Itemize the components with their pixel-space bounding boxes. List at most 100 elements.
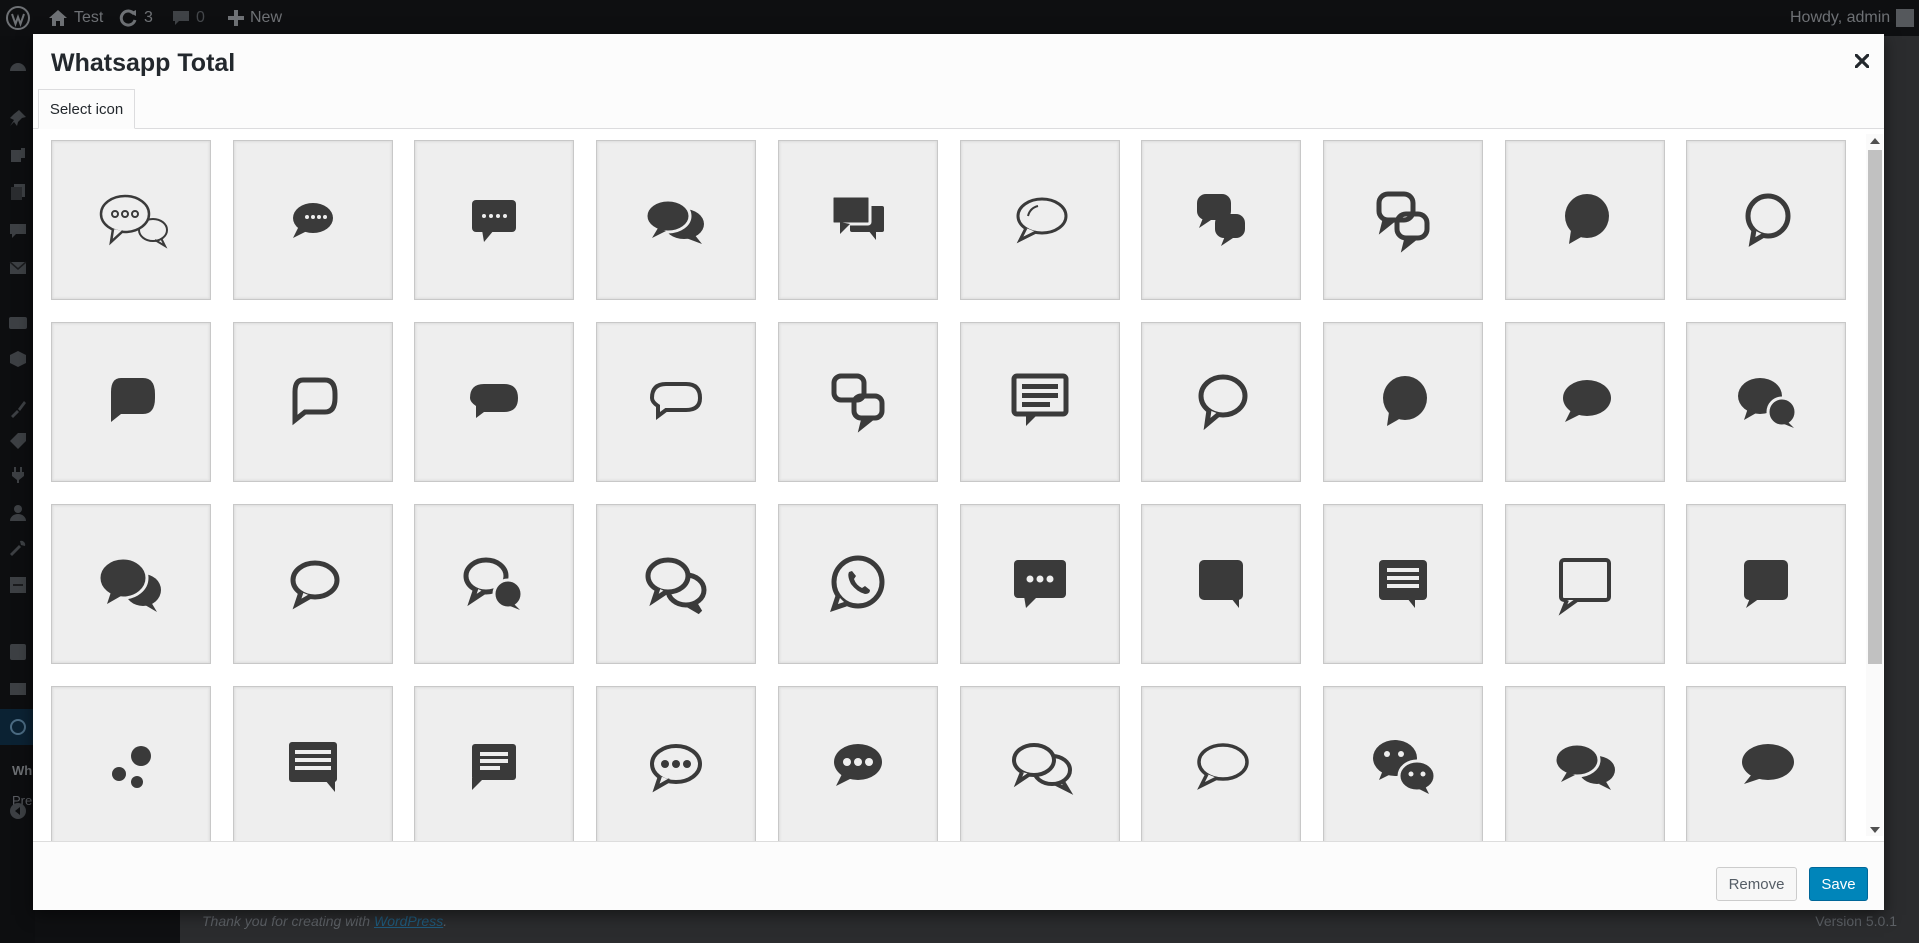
footer-thanks: Thank you for creating with WordPress.	[202, 913, 448, 929]
whatsapp-menu-icon[interactable]	[9, 718, 27, 736]
icon-option[interactable]	[1504, 322, 1665, 482]
double-square-bubble-icon	[830, 194, 884, 240]
icon-option[interactable]	[777, 140, 938, 300]
pages-icon[interactable]	[9, 183, 27, 201]
plugins-icon[interactable]	[9, 466, 27, 484]
icon-option[interactable]	[51, 504, 211, 664]
woocommerce-icon[interactable]	[9, 315, 27, 333]
products-icon[interactable]	[9, 350, 27, 368]
settings-icon[interactable]	[9, 576, 27, 594]
icon-option[interactable]	[1141, 322, 1302, 482]
icon-option[interactable]	[777, 504, 938, 664]
round-bubble-outline-icon	[1745, 193, 1791, 247]
wordpress-logo-icon[interactable]	[6, 0, 30, 36]
elementor-icon[interactable]	[9, 643, 27, 661]
icon-picker-modal: Whatsapp Total Select icon Remove Save	[33, 34, 1884, 910]
material-text-bubble-small-icon	[472, 744, 517, 790]
icon-option[interactable]	[1322, 140, 1483, 300]
icon-option[interactable]	[959, 686, 1120, 841]
double-oval-solid-icon	[1553, 742, 1615, 790]
icon-option[interactable]	[959, 322, 1120, 482]
icon-option[interactable]	[777, 686, 938, 841]
icon-option[interactable]	[1686, 686, 1847, 841]
scrollbar-thumb[interactable]	[1868, 150, 1882, 664]
wide-bubble-solid-icon	[470, 384, 519, 418]
scattered-dots-icon	[112, 746, 151, 788]
icon-option[interactable]	[1141, 504, 1302, 664]
tools-icon[interactable]	[9, 539, 27, 557]
icon-option[interactable]	[1141, 686, 1302, 841]
dots-square-bubble-icon	[472, 200, 517, 242]
comments-count: 0	[196, 9, 205, 26]
icon-option[interactable]	[414, 504, 575, 664]
remove-button[interactable]: Remove	[1716, 867, 1797, 901]
oval-bubble-solid-left-icon	[1742, 744, 1795, 784]
icon-option[interactable]	[232, 140, 393, 300]
updates-link[interactable]: 3	[118, 0, 153, 36]
icon-option[interactable]	[1686, 504, 1847, 664]
icon-option[interactable]	[1504, 686, 1665, 841]
site-name-link[interactable]: Test	[48, 0, 103, 36]
save-button[interactable]: Save	[1809, 867, 1868, 901]
icon-option[interactable]	[51, 322, 211, 482]
new-content-link[interactable]: New	[228, 0, 282, 36]
double-bubble-outline-icon	[645, 557, 707, 615]
dashboard-icon[interactable]	[9, 57, 27, 75]
templates-icon[interactable]	[9, 680, 27, 698]
icon-option[interactable]	[1504, 140, 1665, 300]
close-button[interactable]	[1851, 50, 1873, 72]
oval-bubble-thin-outline-icon	[1197, 743, 1249, 790]
icon-option[interactable]	[777, 322, 938, 482]
icon-option[interactable]	[1141, 140, 1302, 300]
comments-link[interactable]: 0	[172, 0, 205, 36]
icon-option[interactable]	[596, 140, 757, 300]
icon-option[interactable]	[959, 504, 1120, 664]
icon-option[interactable]	[1686, 322, 1847, 482]
appearance-icon[interactable]	[9, 400, 27, 418]
icon-option[interactable]	[51, 686, 211, 841]
linked-squares-outline-icon	[831, 373, 885, 433]
admin-bar: Test 3 0 New Howdy, admin	[0, 0, 1919, 36]
icon-option[interactable]	[232, 504, 393, 664]
icon-option[interactable]	[414, 140, 575, 300]
three-dot-double-bubble-outline-icon	[99, 194, 168, 249]
sidebar-submenu-title[interactable]: Wh	[12, 763, 32, 778]
tag-icon[interactable]	[9, 432, 27, 450]
icon-option[interactable]	[232, 686, 393, 841]
home-icon	[49, 10, 67, 26]
icon-option[interactable]	[414, 322, 575, 482]
modal-title: Whatsapp Total	[51, 49, 236, 77]
pin-icon[interactable]	[9, 109, 27, 127]
icon-option[interactable]	[232, 322, 393, 482]
wide-bubble-outline-icon	[650, 382, 703, 420]
icon-option[interactable]	[1686, 140, 1847, 300]
collapse-menu-icon[interactable]	[9, 802, 27, 820]
icon-option[interactable]	[1504, 504, 1665, 664]
oval-bubble-thick-outline-icon	[290, 560, 340, 610]
icon-option[interactable]	[51, 140, 211, 300]
icon-option[interactable]	[1322, 322, 1483, 482]
icon-option[interactable]	[596, 686, 757, 841]
scrollbar[interactable]	[1866, 134, 1883, 836]
icon-option[interactable]	[1322, 504, 1483, 664]
icon-option[interactable]	[596, 322, 757, 482]
icon-option[interactable]	[1322, 686, 1483, 841]
icon-option[interactable]	[959, 140, 1120, 300]
dots-bubble-small-icon	[292, 203, 333, 238]
icon-option[interactable]	[596, 504, 757, 664]
comments-menu-icon[interactable]	[9, 222, 27, 240]
new-label: New	[250, 9, 283, 26]
modal-footer: Remove Save	[33, 841, 1884, 910]
tab-select-icon[interactable]: Select icon	[38, 89, 135, 129]
mail-icon[interactable]	[9, 259, 27, 277]
dots-oval-bubble-outline-icon	[650, 744, 703, 793]
icon-grid-viewport[interactable]	[33, 129, 1884, 841]
icon-option[interactable]	[414, 686, 575, 841]
users-icon[interactable]	[9, 504, 27, 522]
wordpress-link[interactable]: WordPress	[374, 913, 443, 929]
scroll-down-arrow[interactable]	[1870, 827, 1880, 833]
account-link[interactable]: Howdy, admin	[1790, 0, 1915, 36]
media-icon[interactable]	[9, 146, 27, 164]
round-bubble-solid-icon	[1382, 376, 1427, 426]
scroll-up-arrow[interactable]	[1870, 138, 1880, 144]
